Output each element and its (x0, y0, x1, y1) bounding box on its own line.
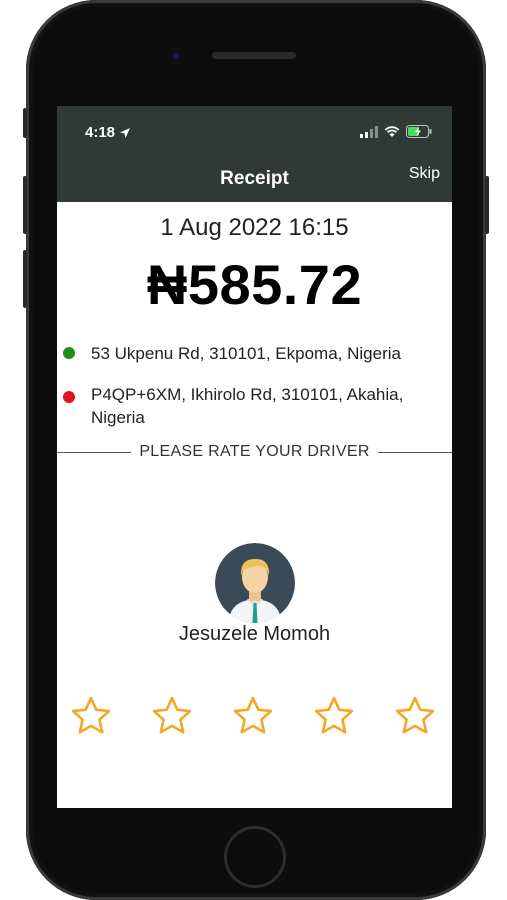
pickup-address: 53 Ukpenu Rd, 310101, Ekpoma, Nigeria (91, 344, 401, 363)
earpiece-speaker (212, 52, 296, 59)
pickup-location: 53 Ukpenu Rd, 310101, Ekpoma, Nigeria (63, 342, 448, 365)
star-rating (69, 694, 440, 742)
volume-up-button (23, 176, 27, 234)
rating-star-2-icon[interactable] (150, 694, 194, 738)
app-header: 4:18 Receipt Skip (57, 106, 452, 202)
dropoff-dot-icon (63, 391, 75, 403)
dropoff-location: P4QP+6XM, Ikhirolo Rd, 310101, Akahia, N… (63, 383, 448, 429)
signal-icon (360, 125, 378, 138)
divider-line-right (377, 451, 452, 453)
app-screen: 4:18 Receipt Skip 1 Aug 2022 16:15 ₦585.… (57, 106, 452, 808)
status-time-text: 4:18 (85, 124, 116, 141)
dropoff-address: P4QP+6XM, Ikhirolo Rd, 310101, Akahia, N… (91, 385, 404, 427)
rate-driver-prompt: PLEASE RATE YOUR DRIVER (139, 443, 370, 460)
power-button (485, 176, 489, 234)
pickup-dot-icon (63, 347, 75, 359)
skip-button[interactable]: Skip (409, 165, 440, 183)
driver-avatar (215, 543, 295, 623)
battery-charging-icon (406, 125, 432, 138)
rating-star-5-icon[interactable] (393, 694, 437, 738)
rating-star-4-icon[interactable] (312, 694, 356, 738)
home-button[interactable] (224, 826, 286, 888)
silent-switch (23, 108, 27, 138)
rating-star-1-icon[interactable] (69, 694, 113, 738)
page-title: Receipt (220, 168, 289, 189)
receipt-date: 1 Aug 2022 16:15 (160, 214, 349, 241)
driver-name: Jesuzele Momoh (178, 623, 331, 645)
status-indicators (360, 125, 432, 138)
volume-down-button (23, 250, 27, 308)
rating-star-3-icon[interactable] (231, 694, 275, 738)
divider-line-left (57, 451, 132, 453)
front-camera (170, 50, 182, 62)
wifi-icon (384, 125, 400, 137)
driver-avatar-image (215, 543, 295, 623)
location-arrow-icon (120, 127, 131, 138)
status-time: 4:18 (85, 124, 131, 141)
rate-driver-divider: PLEASE RATE YOUR DRIVER (57, 442, 452, 462)
receipt-amount: ₦585.72 (146, 253, 363, 316)
